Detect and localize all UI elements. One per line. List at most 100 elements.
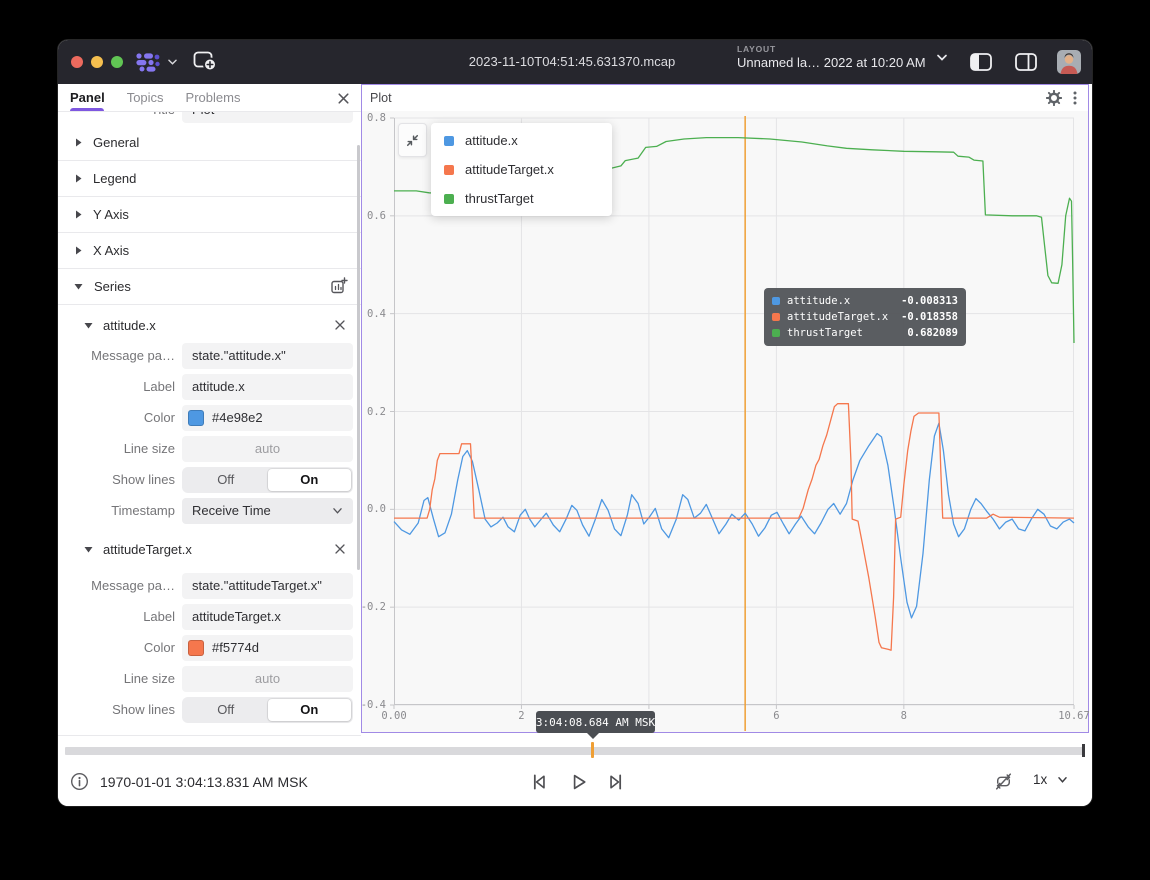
- x-tick-label: 2: [518, 710, 524, 722]
- app-window: 2023-11-10T04:51:45.631370.mcap LAYOUT U…: [58, 40, 1092, 806]
- panel-title-input[interactable]: [182, 112, 353, 123]
- plot-panel[interactable]: Plot 0.80.60.40.20.0-0.2-0.4 0.00246810.…: [361, 84, 1089, 733]
- panel-menu-kebab-icon[interactable]: [1071, 90, 1079, 106]
- tab-problems[interactable]: Problems: [186, 90, 241, 105]
- desktop-background: 2023-11-10T04:51:45.631370.mcap LAYOUT U…: [0, 0, 1150, 880]
- maximize-window-button[interactable]: [111, 56, 123, 68]
- series-color-swatch: [772, 297, 780, 305]
- scrubber-track[interactable]: [65, 747, 1085, 755]
- left-sidebar-toggle[interactable]: [970, 53, 992, 71]
- legend-label: attitudeTarget.x: [465, 162, 554, 177]
- field-label: Message pa…: [68, 578, 175, 593]
- tooltip-series-value: -0.008313: [901, 295, 958, 307]
- legend-collapse-button[interactable]: [398, 123, 427, 157]
- field-label: Show lines: [68, 702, 175, 717]
- data-source-info-button[interactable]: [70, 772, 89, 791]
- right-sidebar-icon: [1015, 53, 1037, 71]
- add-series-icon: [330, 277, 348, 295]
- series-color-swatch: [444, 194, 454, 204]
- layout-selector[interactable]: LAYOUT Unnamed la… 2022 at 10:20 AM: [737, 44, 948, 70]
- remove-series-icon[interactable]: [333, 542, 347, 556]
- color-value: #4e98e2: [212, 410, 263, 425]
- field-label: Color: [68, 410, 175, 425]
- loop-toggle-button[interactable]: [993, 771, 1014, 792]
- timestamp-value: Receive Time: [192, 503, 332, 518]
- color-input[interactable]: #4e98e2: [182, 405, 353, 431]
- show-lines-on-button[interactable]: On: [268, 469, 352, 491]
- close-window-button[interactable]: [71, 56, 83, 68]
- message-path-input[interactable]: [182, 343, 353, 369]
- tab-panel[interactable]: Panel: [70, 90, 105, 105]
- layout-name: Unnamed la… 2022 at 10:20 AM: [737, 55, 926, 70]
- app-menu-button[interactable]: [134, 48, 178, 76]
- field-label: Message pa…: [68, 348, 175, 363]
- section-series[interactable]: Series: [58, 269, 361, 305]
- field-label: Show lines: [68, 472, 175, 487]
- x-tick-label: 6: [773, 710, 779, 722]
- play-button[interactable]: [568, 771, 590, 793]
- seek-forward-button[interactable]: [605, 771, 627, 793]
- x-axis-labels: 0.00246810.67: [394, 710, 1074, 724]
- playback-scrubber[interactable]: [58, 742, 1092, 758]
- line-size-input[interactable]: [182, 436, 353, 462]
- close-sidebar-icon[interactable]: [336, 91, 351, 106]
- series-color-swatch: [444, 165, 454, 175]
- chevron-down-icon: [936, 53, 948, 62]
- legend-item-attitudeTarget.x[interactable]: attitudeTarget.x: [431, 155, 612, 184]
- panel-settings-gear-icon[interactable]: [1046, 90, 1062, 106]
- series-line-attitude.x: [394, 423, 1074, 618]
- message-path-input[interactable]: [182, 573, 353, 599]
- show-lines-on-button[interactable]: On: [268, 699, 352, 721]
- minimize-window-button[interactable]: [91, 56, 103, 68]
- field-label: Color: [68, 640, 175, 655]
- section-x-axis[interactable]: X Axis: [58, 233, 361, 269]
- remove-series-icon[interactable]: [333, 318, 347, 332]
- add-series-button[interactable]: [329, 277, 349, 297]
- seek-backward-button[interactable]: [528, 771, 550, 793]
- right-sidebar-toggle[interactable]: [1015, 53, 1037, 71]
- scrubber-playhead[interactable]: [591, 742, 594, 758]
- layout-label: LAYOUT: [737, 44, 926, 54]
- x-tick-label: 8: [901, 710, 907, 722]
- y-tick-label: 0.6: [358, 210, 386, 222]
- add-panel-button[interactable]: [192, 50, 218, 74]
- y-tick-label: 0.8: [358, 112, 386, 124]
- play-icon: [568, 771, 590, 793]
- scrubber-hover-tooltip: 3:04:08.684 AM MSK: [536, 711, 655, 733]
- series-card-attitude-x[interactable]: attitude.x: [58, 310, 361, 340]
- caret-down-icon: [72, 280, 85, 293]
- y-tick-label: -0.2: [358, 601, 386, 613]
- avatar[interactable]: [1057, 50, 1081, 74]
- tab-topics[interactable]: Topics: [127, 90, 164, 105]
- playback-speed-selector[interactable]: 1x: [1033, 772, 1068, 787]
- legend-item-thrustTarget[interactable]: thrustTarget: [431, 184, 612, 213]
- tooltip-row: attitudeTarget.x-0.018358: [772, 309, 958, 325]
- chevron-down-icon: [1057, 776, 1068, 784]
- section-y-axis[interactable]: Y Axis: [58, 197, 361, 233]
- section-general[interactable]: General: [58, 125, 361, 161]
- series-color-swatch: [444, 136, 454, 146]
- series-label-input[interactable]: [182, 604, 353, 630]
- caret-down-icon: [82, 543, 95, 556]
- show-lines-off-button[interactable]: Off: [184, 699, 268, 721]
- section-legend[interactable]: Legend: [58, 161, 361, 197]
- panel-header: Plot: [362, 85, 1088, 111]
- color-input[interactable]: #f5774d: [182, 635, 353, 661]
- add-panel-icon: [193, 50, 217, 72]
- line-size-input[interactable]: [182, 666, 353, 692]
- left-sidebar-icon: [970, 53, 992, 71]
- tooltip-arrow: [587, 733, 599, 739]
- series-card-attitude-target-x[interactable]: attitudeTarget.x: [58, 534, 361, 564]
- show-lines-off-button[interactable]: Off: [184, 469, 268, 491]
- legend-item-attitude.x[interactable]: attitude.x: [431, 126, 612, 155]
- tooltip-row: attitude.x-0.008313: [772, 293, 958, 309]
- series-label-input[interactable]: [182, 374, 353, 400]
- timestamp-select[interactable]: Receive Time: [182, 498, 353, 524]
- tooltip-series-value: -0.018358: [901, 311, 958, 323]
- field-label: Timestamp: [68, 503, 175, 518]
- tooltip-series-value: 0.682089: [907, 327, 958, 339]
- field-label: Line size: [68, 671, 175, 686]
- plot-hover-tooltip: attitude.x-0.008313attitudeTarget.x-0.01…: [764, 288, 966, 346]
- caret-right-icon: [72, 136, 84, 149]
- y-axis-labels: 0.80.60.40.20.0-0.2-0.4: [362, 118, 390, 705]
